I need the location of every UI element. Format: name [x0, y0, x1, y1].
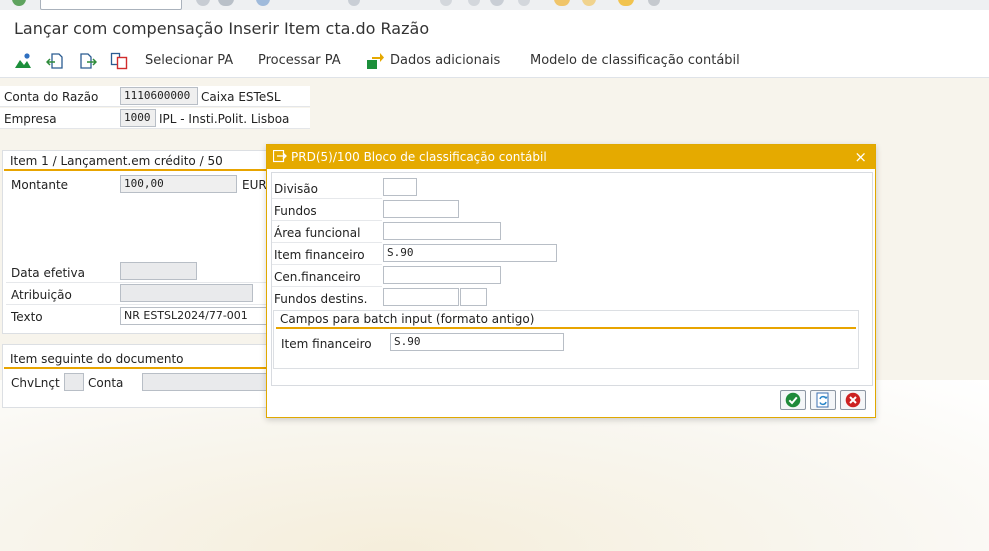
batch-input-underline [276, 327, 856, 329]
account-assignment-dialog: PRD(5)/100 Bloco de classificação contáb… [266, 144, 876, 418]
shortcut-icon[interactable] [256, 0, 270, 6]
page-icon-3[interactable] [468, 0, 480, 6]
fundos-field[interactable] [383, 200, 459, 218]
empresa-label: Empresa [4, 112, 57, 126]
export-document-icon[interactable] [79, 52, 97, 70]
area-funcional-field[interactable] [383, 222, 501, 240]
page-icon[interactable] [348, 0, 360, 6]
batch-input-title: Campos para batch input (formato antigo) [280, 312, 535, 326]
empresa-description: IPL - Insti.Polit. Lisboa [159, 112, 290, 126]
divider [272, 264, 382, 265]
import-document-icon[interactable] [46, 52, 64, 70]
data-efetiva-label: Data efetiva [11, 266, 85, 280]
cancel-icon [845, 392, 861, 408]
fundos-destins-field-2[interactable] [460, 288, 487, 306]
divider [272, 220, 382, 221]
help-icon[interactable] [618, 0, 634, 6]
conta-next-field[interactable] [142, 373, 268, 391]
item-group-title: Item 1 / Lançament.em crédito / 50 [10, 154, 223, 168]
divider [6, 304, 268, 305]
settings-icon[interactable] [648, 0, 660, 6]
item-financeiro-label: Item financeiro [274, 248, 365, 262]
batch-item-financeiro-label: Item financeiro [281, 337, 372, 351]
fundos-destins-field[interactable] [383, 288, 459, 306]
conta-description: Caixa ESTeSL [201, 90, 281, 104]
empresa-field[interactable]: 1000 [120, 109, 156, 127]
processar-pa-button[interactable]: Processar PA [258, 53, 341, 68]
divider [6, 282, 268, 283]
confirm-button[interactable] [780, 390, 806, 410]
chvlnct-label: ChvLnçt [11, 376, 60, 390]
item-financeiro-field[interactable]: S.90 [383, 244, 557, 262]
fundos-label: Fundos [274, 204, 317, 218]
page-title: Lançar com compensação Inserir Item cta.… [14, 19, 430, 38]
refresh-icon [816, 392, 829, 408]
page-icon-4[interactable] [490, 0, 504, 6]
fundos-destins-label: Fundos destins. [274, 292, 368, 306]
cen-financeiro-label: Cen.financeiro [274, 270, 361, 284]
montante-field[interactable]: 100,00 [120, 175, 237, 193]
dados-adicionais-button[interactable]: Dados adicionais [390, 53, 500, 68]
divider [272, 286, 382, 287]
check-icon [785, 392, 801, 408]
divisao-label: Divisão [274, 182, 318, 196]
star-icon[interactable] [554, 0, 570, 6]
copy-document-icon[interactable] [110, 52, 128, 70]
page-icon-2[interactable] [440, 0, 452, 6]
next-item-group-underline [4, 367, 270, 369]
save-icon[interactable] [218, 0, 234, 6]
dialog-title: PRD(5)/100 Bloco de classificação contáb… [291, 150, 547, 164]
title-bar: Lançar com compensação Inserir Item cta.… [0, 10, 989, 44]
dialog-body: Divisão Fundos Área funcional Item finan… [271, 172, 873, 386]
dialog-header: PRD(5)/100 Bloco de classificação contáb… [267, 145, 875, 169]
cen-financeiro-field[interactable] [383, 266, 501, 284]
refresh-button[interactable] [810, 390, 836, 410]
command-field[interactable] [40, 0, 182, 10]
application-toolbar: Selecionar PA Processar PA Dados adicion… [0, 44, 989, 78]
page-icon-5[interactable] [518, 0, 530, 6]
divider [272, 198, 382, 199]
atribuicao-label: Atribuição [11, 288, 72, 302]
batch-item-financeiro-field[interactable]: S.90 [390, 333, 564, 351]
item-group-underline [4, 169, 270, 171]
star-icon-2[interactable] [582, 0, 596, 6]
atribuicao-field[interactable] [120, 284, 253, 302]
landscape-icon[interactable] [14, 52, 32, 70]
additional-data-icon[interactable] [366, 52, 384, 70]
area-funcional-label: Área funcional [274, 226, 361, 240]
back-icon[interactable] [12, 0, 26, 6]
modelo-classificacao-button[interactable]: Modelo de classificação contábil [530, 53, 740, 68]
divider [272, 242, 382, 243]
data-efetiva-field[interactable] [120, 262, 197, 280]
conta-label: Conta do Razão [4, 90, 99, 104]
conta-field[interactable]: 1110600000 [120, 87, 198, 105]
nav-arrows-icon[interactable] [196, 0, 210, 6]
next-item-group-title: Item seguinte do documento [10, 352, 184, 366]
texto-label: Texto [11, 310, 43, 324]
selecionar-pa-button[interactable]: Selecionar PA [145, 53, 233, 68]
close-icon[interactable]: × [854, 148, 867, 166]
montante-label: Montante [11, 178, 69, 192]
conta-next-label: Conta [88, 376, 124, 390]
chvlnct-field[interactable] [64, 373, 84, 391]
texto-field[interactable]: NR ESTSL2024/77-001 [120, 307, 268, 325]
divisao-field[interactable] [383, 178, 417, 196]
cancel-button[interactable] [840, 390, 866, 410]
dialog-window-icon [273, 150, 287, 163]
currency-label: EUR [242, 178, 267, 192]
